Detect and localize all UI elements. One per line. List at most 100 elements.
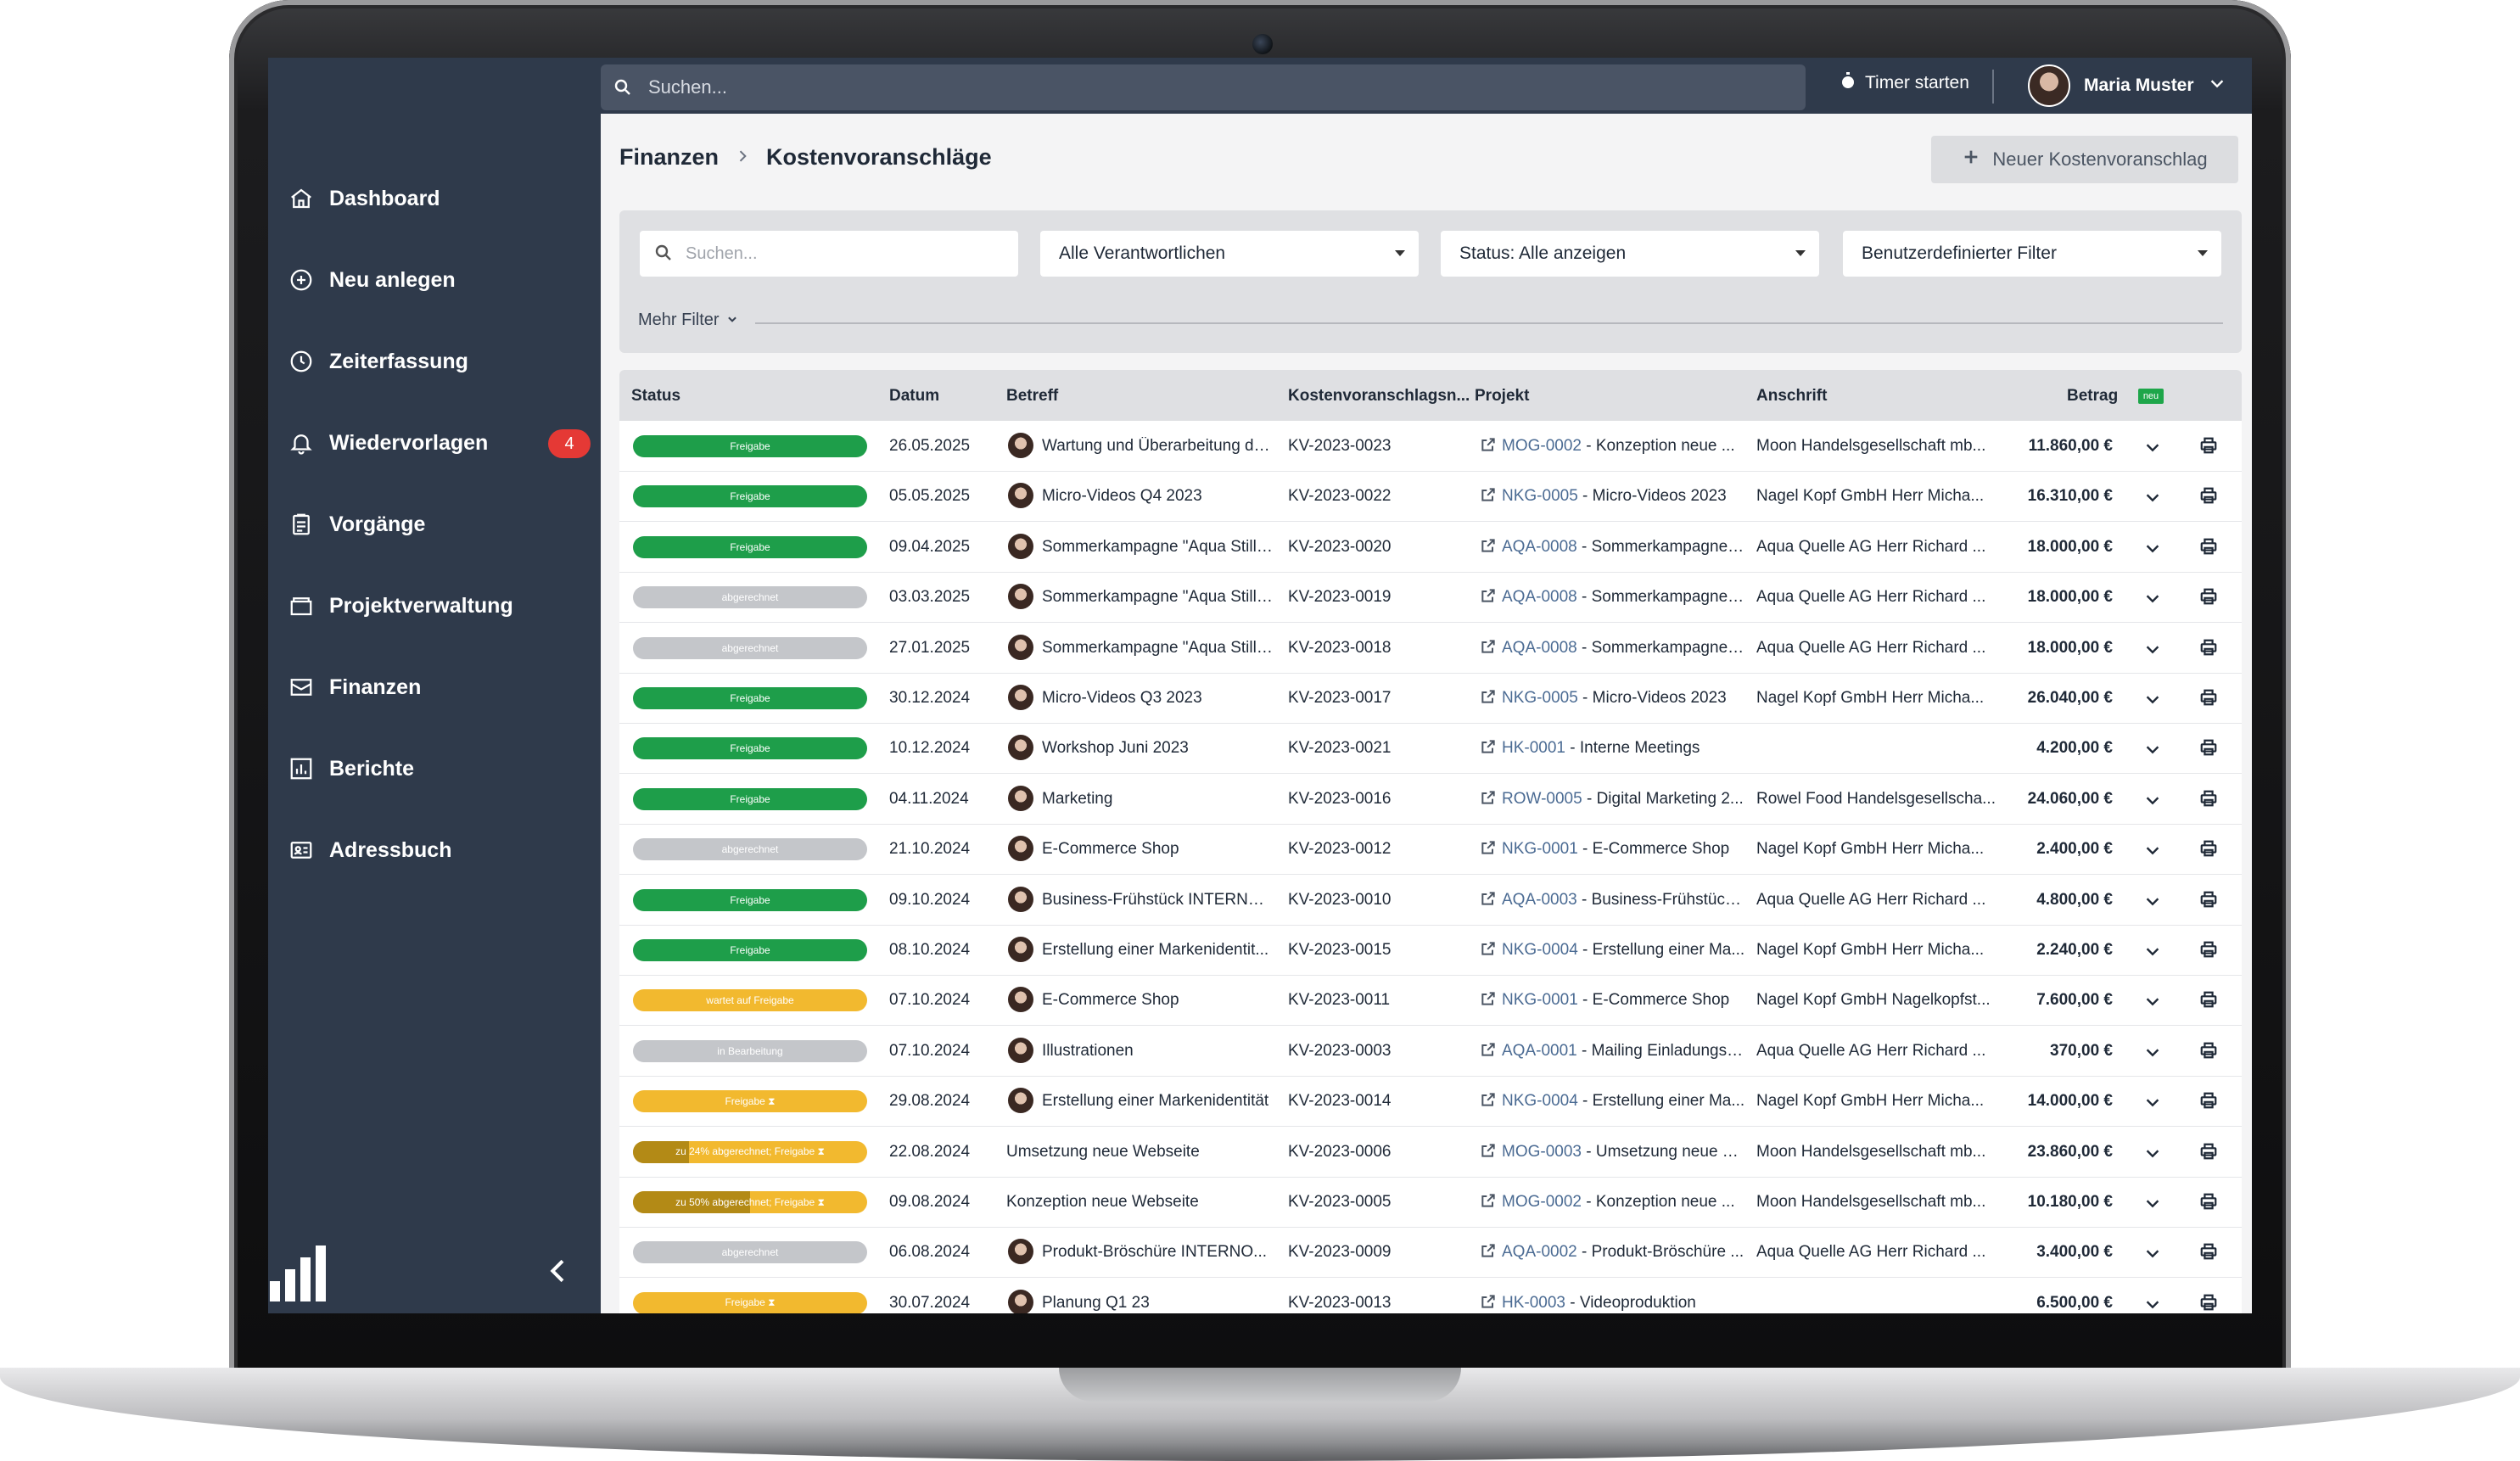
project-code[interactable]: MOG-0002 [1502, 1193, 1582, 1211]
column-header-betreff[interactable]: Betreff [1006, 387, 1058, 406]
table-row[interactable]: Freigabe 09.04.2025 Sommerkampagne "Aqua S… [619, 522, 2242, 573]
external-link-icon[interactable] [1480, 839, 1497, 860]
printer-icon[interactable] [2199, 1242, 2218, 1265]
project-cell[interactable]: MOG-0003 - Umsetzung neue W... [1502, 1143, 1748, 1162]
printer-icon[interactable] [2199, 940, 2218, 963]
subject-cell[interactable]: Sommerkampagne "Aqua Still" ... [1042, 588, 1273, 607]
project-code[interactable]: NKG-0001 [1502, 991, 1578, 1009]
project-cell[interactable]: AQA-0003 - Business-Frühstück ... [1502, 891, 1748, 910]
subject-cell[interactable]: Planung Q1 23 [1042, 1294, 1273, 1313]
printer-icon[interactable] [2199, 1192, 2218, 1215]
printer-icon[interactable] [2199, 638, 2218, 661]
external-link-icon[interactable] [1480, 638, 1497, 659]
table-row[interactable]: wartet auf Freigabe 07.10.2024 E-Commerce … [619, 975, 2242, 1027]
sidebar-item-berichte[interactable]: Berichte [287, 742, 592, 796]
sidebar-item-projektverwaltung[interactable]: Projektverwaltung [287, 579, 592, 633]
subject-cell[interactable]: Konzeption neue Webseite [1006, 1193, 1273, 1212]
project-code[interactable]: NKG-0001 [1502, 840, 1578, 858]
status-select[interactable]: Status: Alle anzeigen [1441, 231, 1819, 277]
external-link-icon[interactable] [1480, 789, 1497, 810]
table-row[interactable]: in Bearbeitung 07.10.2024 Illustrationen KV… [619, 1026, 2242, 1077]
printer-icon[interactable] [2199, 688, 2218, 711]
project-code[interactable]: NKG-0005 [1502, 487, 1578, 505]
column-header-nummer[interactable]: Kostenvoranschlagsn... [1288, 387, 1470, 406]
project-code[interactable]: NKG-0004 [1502, 1092, 1578, 1110]
table-row[interactable]: Freigabe 04.11.2024 Marketing KV-2023-0016 R… [619, 774, 2242, 825]
project-code[interactable]: NKG-0005 [1502, 689, 1578, 707]
project-code[interactable]: MOG-0003 [1502, 1143, 1582, 1161]
project-code[interactable]: AQA-0001 [1502, 1042, 1577, 1060]
column-header-datum[interactable]: Datum [889, 387, 939, 406]
table-row[interactable]: Freigabe 30.12.2024 Micro-Videos Q3 2023 KV… [619, 673, 2242, 724]
printer-icon[interactable] [2199, 1142, 2218, 1165]
table-row[interactable]: Freigabe 09.10.2024 Business-Frühstück INT… [619, 875, 2242, 926]
table-row[interactable]: Freigabe ⧗ 30.07.2024 Planung Q1 23 KV-2023… [619, 1278, 2242, 1313]
chevron-down-icon[interactable] [2143, 640, 2162, 663]
project-cell[interactable]: NKG-0001 - E-Commerce Shop [1502, 991, 1748, 1010]
project-cell[interactable]: MOG-0002 - Konzeption neue ... [1502, 437, 1748, 456]
column-header-status[interactable]: Status [631, 387, 680, 406]
chevron-down-icon[interactable] [2143, 1144, 2162, 1167]
project-cell[interactable]: NKG-0004 - Erstellung einer Ma... [1502, 1092, 1748, 1111]
external-link-icon[interactable] [1480, 1192, 1497, 1213]
external-link-icon[interactable] [1480, 1293, 1497, 1313]
collapse-sidebar-button[interactable] [541, 1254, 575, 1288]
table-row[interactable]: abgerechnet 06.08.2024 Produkt-Bröschüre I… [619, 1227, 2242, 1279]
project-code[interactable]: HK-0003 [1502, 1294, 1565, 1312]
external-link-icon[interactable] [1480, 1091, 1497, 1112]
table-row[interactable]: zu 50% abgerechnet; Freigabe ⧗ 09.08.2024… [619, 1177, 2242, 1228]
subject-cell[interactable]: Workshop Juni 2023 [1042, 739, 1273, 758]
project-cell[interactable]: MOG-0002 - Konzeption neue ... [1502, 1193, 1748, 1212]
sidebar-item-adressbuch[interactable]: Adressbuch [287, 823, 592, 877]
subject-cell[interactable]: Wartung und Überarbeitung de... [1042, 437, 1273, 456]
column-header-betrag[interactable]: Betrag [2067, 387, 2118, 406]
external-link-icon[interactable] [1480, 436, 1497, 457]
chevron-down-icon[interactable] [2143, 992, 2162, 1015]
table-row[interactable]: abgerechnet 21.10.2024 E-Commerce Shop KV-2… [619, 824, 2242, 876]
chevron-down-icon[interactable] [2143, 791, 2162, 814]
external-link-icon[interactable] [1480, 1142, 1497, 1163]
subject-cell[interactable]: Produkt-Bröschüre INTERNO... [1042, 1243, 1273, 1262]
external-link-icon[interactable] [1480, 1041, 1497, 1062]
chevron-down-icon[interactable] [2143, 589, 2162, 612]
project-cell[interactable]: NKG-0001 - E-Commerce Shop [1502, 840, 1748, 859]
table-row[interactable]: Freigabe 26.05.2025 Wartung und Überarbeit… [619, 421, 2242, 472]
printer-icon[interactable] [2199, 890, 2218, 913]
external-link-icon[interactable] [1480, 537, 1497, 558]
project-cell[interactable]: NKG-0005 - Micro-Videos 2023 [1502, 487, 1748, 506]
project-cell[interactable]: HK-0001 - Interne Meetings [1502, 739, 1748, 758]
chevron-down-icon[interactable] [2143, 1093, 2162, 1116]
subject-cell[interactable]: Erstellung einer Markenidentität [1042, 1092, 1273, 1111]
project-code[interactable]: HK-0001 [1502, 739, 1565, 757]
chevron-down-icon[interactable] [2143, 488, 2162, 511]
printer-icon[interactable] [2199, 587, 2218, 610]
external-link-icon[interactable] [1480, 1242, 1497, 1263]
sidebar-item-vorgaenge[interactable]: Vorgänge [287, 497, 592, 551]
global-search-input[interactable]: Suchen... [601, 64, 1806, 110]
subject-cell[interactable]: Business-Frühstück INTERNO... [1042, 891, 1273, 910]
printer-icon[interactable] [2199, 486, 2218, 509]
printer-icon[interactable] [2199, 1293, 2218, 1313]
project-cell[interactable]: AQA-0008 - Sommerkampagne "... [1502, 538, 1748, 557]
column-header-projekt[interactable]: Projekt [1475, 387, 1529, 406]
sidebar-item-dashboard[interactable]: Dashboard [287, 171, 592, 226]
chevron-down-icon[interactable] [2143, 1043, 2162, 1066]
chevron-down-icon[interactable] [2143, 438, 2162, 461]
project-cell[interactable]: NKG-0004 - Erstellung einer Ma... [1502, 941, 1748, 960]
subject-cell[interactable]: Illustrationen [1042, 1042, 1273, 1061]
chevron-down-icon[interactable] [2143, 892, 2162, 915]
project-code[interactable]: AQA-0008 [1502, 639, 1577, 657]
chevron-down-icon[interactable] [2143, 539, 2162, 562]
project-code[interactable]: MOG-0002 [1502, 437, 1582, 455]
chevron-down-icon[interactable] [2143, 690, 2162, 713]
printer-icon[interactable] [2199, 738, 2218, 761]
user-menu[interactable]: Maria Muster [2028, 64, 2226, 107]
chevron-down-icon[interactable] [2143, 1194, 2162, 1217]
project-cell[interactable]: AQA-0008 - Sommerkampagne "... [1502, 639, 1748, 658]
chevron-down-icon[interactable] [2143, 1244, 2162, 1267]
project-code[interactable]: AQA-0002 [1502, 1243, 1577, 1261]
printer-icon[interactable] [2199, 1091, 2218, 1114]
subject-cell[interactable]: Micro-Videos Q3 2023 [1042, 689, 1273, 708]
project-cell[interactable]: AQA-0001 - Mailing Einladungsk... [1502, 1042, 1748, 1061]
table-row[interactable]: Freigabe 10.12.2024 Workshop Juni 2023 KV-2… [619, 723, 2242, 775]
